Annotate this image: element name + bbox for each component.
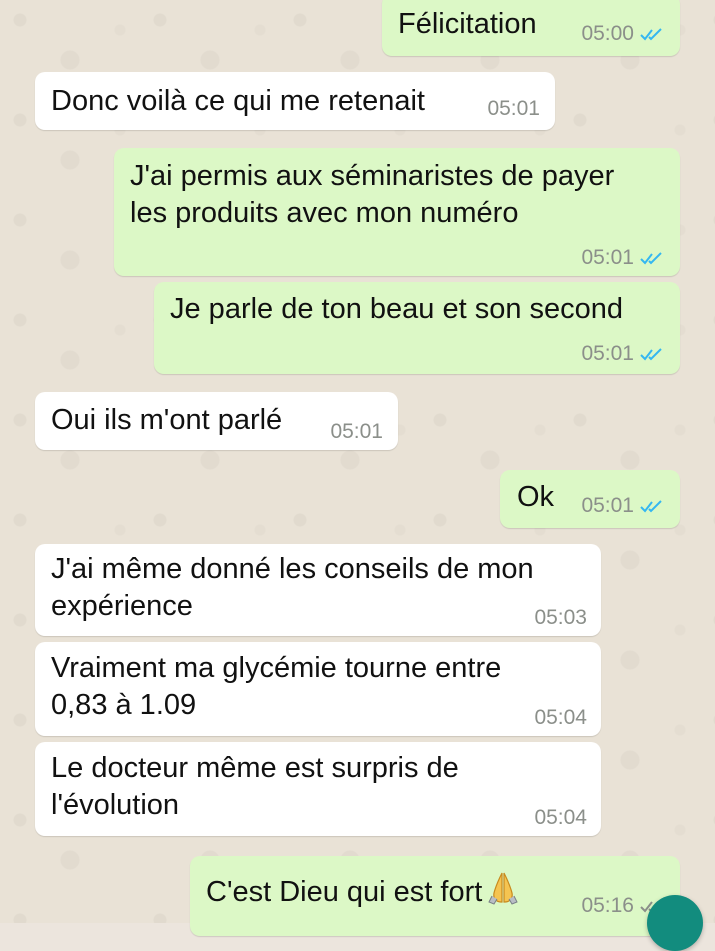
message-bubble-incoming[interactable]: Donc voilà ce qui me retenait 05:01 bbox=[35, 72, 555, 130]
double-check-icon bbox=[640, 250, 664, 266]
message-meta: 05:01 bbox=[581, 246, 664, 270]
double-check-icon bbox=[640, 26, 664, 42]
double-check-icon bbox=[640, 346, 664, 362]
message-meta: 05:01 bbox=[487, 97, 540, 121]
message-text: Oui ils m'ont parlé bbox=[51, 404, 283, 436]
message-bubble-incoming[interactable]: Le docteur même est surpris de l'évoluti… bbox=[35, 742, 601, 836]
message-time: 05:01 bbox=[581, 342, 634, 365]
message-text: Donc voilà ce qui me retenait bbox=[51, 85, 425, 117]
message-time: 05:01 bbox=[581, 494, 634, 517]
message-bubble-outgoing[interactable]: J'ai permis aux séminaristes de payer le… bbox=[114, 148, 680, 276]
message-text: Vraiment ma glycémie tourne entre 0,83 à… bbox=[51, 652, 502, 721]
message-time: 05:00 bbox=[581, 22, 634, 45]
message-bubble-incoming[interactable]: Oui ils m'ont parlé 05:01 bbox=[35, 392, 398, 450]
message-text: Je parle de ton beau et son second bbox=[170, 293, 624, 325]
message-bubble-outgoing[interactable]: Ok 05:01 bbox=[500, 470, 680, 528]
message-text: C'est Dieu qui est fort bbox=[206, 871, 519, 911]
message-meta: 05:01 bbox=[581, 342, 664, 366]
message-text: Félicitation bbox=[398, 8, 537, 40]
message-time: 05:04 bbox=[534, 706, 587, 729]
message-meta: 05:04 bbox=[534, 806, 587, 830]
scroll-down-button[interactable] bbox=[647, 895, 703, 951]
message-meta: 05:04 bbox=[534, 706, 587, 730]
message-time: 05:01 bbox=[487, 97, 540, 120]
message-bubble-incoming[interactable]: Vraiment ma glycémie tourne entre 0,83 à… bbox=[35, 642, 601, 736]
message-text-content: C'est Dieu qui est fort bbox=[206, 876, 483, 908]
message-text: J'ai même donné les conseils de mon expé… bbox=[51, 553, 534, 622]
message-meta: 05:01 bbox=[581, 494, 664, 518]
message-bubble-outgoing[interactable]: Je parle de ton beau et son second 05:01 bbox=[154, 282, 680, 374]
message-time: 05:01 bbox=[581, 246, 634, 269]
message-time: 05:03 bbox=[534, 606, 587, 629]
folded-hands-emoji bbox=[488, 871, 519, 905]
message-time: 05:04 bbox=[534, 806, 587, 829]
message-meta: 05:03 bbox=[534, 606, 587, 630]
message-bubble-incoming[interactable]: J'ai même donné les conseils de mon expé… bbox=[35, 544, 601, 636]
message-text: Le docteur même est surpris de l'évoluti… bbox=[51, 752, 459, 821]
message-text: J'ai permis aux séminaristes de payer le… bbox=[130, 160, 615, 229]
message-meta: 05:01 bbox=[330, 420, 383, 444]
message-time: 05:01 bbox=[330, 420, 383, 443]
message-meta: 05:00 bbox=[581, 22, 664, 46]
message-bubble-outgoing[interactable]: Félicitation 05:00 bbox=[382, 0, 680, 56]
double-check-icon bbox=[640, 498, 664, 514]
message-time: 05:16 bbox=[581, 894, 634, 917]
message-text: Ok bbox=[517, 481, 555, 513]
message-bubble-outgoing[interactable]: C'est Dieu qui est fort 05:16 bbox=[190, 856, 680, 936]
